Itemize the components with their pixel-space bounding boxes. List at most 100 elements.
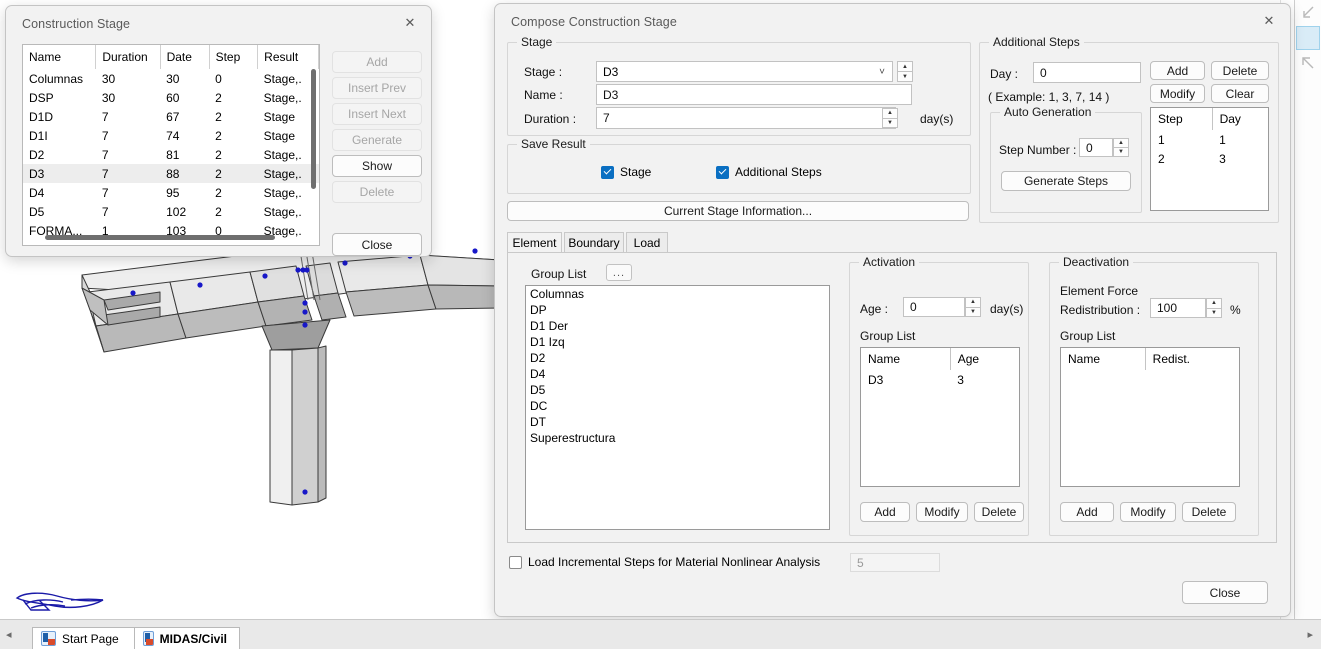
table-cell: D1D [29,109,54,124]
duration-spinner[interactable]: ▲ ▼ [882,108,898,128]
spinner-up-icon[interactable]: ▲ [897,61,913,71]
spinner-down-icon[interactable]: ▼ [1113,147,1129,157]
additional-steps-modify-button[interactable]: Modify [1150,84,1205,103]
list-item[interactable]: D4 [526,366,829,382]
table-cell: 30 [101,71,116,86]
activation-age-input[interactable]: 0 [903,297,965,317]
square-select-icon[interactable] [1296,26,1320,50]
list-item[interactable]: D1 Der [526,318,829,334]
spinner-up-icon[interactable]: ▲ [965,297,981,307]
tab-boundary[interactable]: Boundary [564,232,624,253]
column-header[interactable]: Name [1061,348,1146,370]
column-header[interactable]: Name [861,348,951,370]
additional-steps-table[interactable]: Step Day 1123 [1150,107,1269,211]
list-item[interactable]: Superestructura [526,430,829,446]
activation-legend: Activation [859,255,920,269]
spinner-up-icon[interactable]: ▲ [882,108,898,118]
list-item[interactable]: D5 [526,382,829,398]
column-header[interactable]: Step [1151,108,1213,130]
table-row[interactable]: D1D 7 67 2 Stage [23,107,319,126]
column-header[interactable]: Duration [95,45,161,69]
vertical-scrollbar[interactable] [311,69,316,189]
step-number-input[interactable]: 0 [1079,138,1113,157]
add-button: Add [332,51,422,73]
column-header[interactable]: Day [1212,108,1268,130]
table-row[interactable]: Columnas 30 30 0 Stage,. [23,69,319,88]
spinner-up-icon[interactable]: ▲ [1206,298,1222,308]
step-number-spinner[interactable]: ▲ ▼ [1113,138,1129,157]
save-additional-steps-checkbox[interactable]: Additional Steps [716,165,822,179]
activation-modify-button[interactable]: Modify [916,502,968,522]
save-stage-checkbox[interactable]: Stage [601,165,651,179]
taskbar-tab-start-page[interactable]: Start Page [32,627,140,649]
generate-steps-button[interactable]: Generate Steps [1001,171,1131,191]
construction-stage-table[interactable]: Name Duration Date Step Result Columnas 30 30 0… [22,44,320,246]
column-header[interactable]: Date [160,45,210,69]
list-item[interactable]: DT [526,414,829,430]
table-row[interactable]: 23 [1151,149,1268,168]
spinner-up-icon[interactable]: ▲ [1113,138,1129,147]
spinner-down-icon[interactable]: ▼ [882,117,898,128]
element-group-list[interactable]: Columnas DP D1 Der D1 Izq D2 D4 D5 DC DT Superest… [525,285,830,530]
deactivation-delete-button[interactable]: Delete [1182,502,1236,522]
additional-steps-clear-button[interactable]: Clear [1211,84,1269,103]
load-incremental-checkbox[interactable]: Load Incremental Steps for Material Nonl… [509,555,820,569]
table-row[interactable]: D5 7 102 2 Stage,. [23,202,319,221]
show-button[interactable]: Show [332,155,422,177]
table-row[interactable]: 11 [1151,130,1268,149]
triangle-left-icon[interactable]: ◂ [6,628,12,641]
close-icon[interactable]: ✕ [393,10,427,36]
column-header[interactable]: Step [209,45,259,69]
name-input[interactable]: D3 [596,84,912,105]
close-button[interactable]: Close [332,233,422,256]
redistribution-value: 100 [1157,301,1178,315]
list-item[interactable]: Columnas [526,286,829,302]
current-stage-information-button[interactable]: Current Stage Information... [507,201,969,221]
table-cell: 30 [101,90,116,105]
column-header[interactable]: Result [257,45,319,69]
tab-element[interactable]: Element [507,232,562,253]
stage-spinner[interactable]: ▲ ▼ [897,61,913,82]
additional-steps-add-button[interactable]: Add [1150,61,1205,80]
list-item[interactable]: D2 [526,350,829,366]
activation-delete-button[interactable]: Delete [974,502,1024,522]
close-icon[interactable]: ✕ [1252,8,1286,34]
table-row[interactable]: D2 7 81 2 Stage,. [23,145,319,164]
column-header[interactable]: Redist. [1145,348,1239,370]
horizontal-scrollbar[interactable] [45,235,275,240]
column-header[interactable]: Age [950,348,1019,370]
duration-input[interactable]: 7 [596,107,896,129]
spinner-down-icon[interactable]: ▼ [965,306,981,317]
deactivation-modify-button[interactable]: Modify [1120,502,1176,522]
activation-age-spinner[interactable]: ▲ ▼ [965,297,981,317]
stage-combobox[interactable]: D3 ˅ [596,61,893,82]
checkbox-box [601,165,614,179]
table-row[interactable]: D3 7 88 2 Stage,. [23,164,319,183]
triangle-right-icon[interactable]: ▸ [1307,628,1313,641]
redistribution-spinner[interactable]: ▲ ▼ [1206,298,1222,318]
taskbar-tab-midas-civil[interactable]: MIDAS/Civil [134,627,240,649]
column-header[interactable]: Name [23,45,97,69]
browse-groups-button[interactable]: ... [606,264,632,281]
tab-load[interactable]: Load [626,232,668,253]
spinner-down-icon[interactable]: ▼ [897,71,913,82]
arrow-down-left-icon[interactable] [1297,2,1319,24]
activation-table[interactable]: Name Age D3 3 [860,347,1020,487]
deactivation-add-button[interactable]: Add [1060,502,1114,522]
redistribution-input[interactable]: 100 [1150,298,1206,318]
additional-steps-delete-button[interactable]: Delete [1211,61,1269,80]
list-item[interactable]: DP [526,302,829,318]
table-row[interactable]: D4 7 95 2 Stage,. [23,183,319,202]
deactivation-table[interactable]: Name Redist. [1060,347,1240,487]
table-row[interactable]: D1I 7 74 2 Stage [23,126,319,145]
construction-stage-dialog: Construction Stage ✕ Name Duration Date Ste… [5,5,432,257]
arrow-up-left-icon[interactable] [1297,52,1319,74]
list-item[interactable]: D1 Izq [526,334,829,350]
list-item[interactable]: DC [526,398,829,414]
table-row[interactable]: DSP 30 60 2 Stage,. [23,88,319,107]
spinner-down-icon[interactable]: ▼ [1206,307,1222,318]
compose-close-button[interactable]: Close [1182,581,1268,604]
day-input[interactable]: 0 [1033,62,1141,83]
activation-add-button[interactable]: Add [860,502,910,522]
table-row[interactable]: D3 3 [861,370,1019,389]
